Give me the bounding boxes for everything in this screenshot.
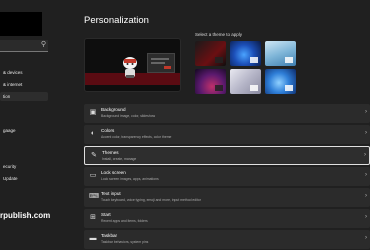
brush-icon: ✎: [91, 152, 97, 159]
row-title: Lock screen: [101, 170, 126, 175]
row-subtitle: Touch keyboard, voice typing, emoji and …: [101, 198, 201, 202]
start-icon: ⊞: [90, 214, 96, 221]
sidebar-item-update[interactable]: Update: [0, 174, 48, 183]
chevron-right-icon: ›: [365, 130, 367, 136]
setting-row-themes[interactable]: ✎ Themes Install, create, manage ›: [84, 146, 370, 165]
sidebar-item-security[interactable]: ecurity: [0, 162, 48, 171]
image-icon: ▣: [89, 109, 97, 116]
theme-thumb-4[interactable]: [195, 69, 226, 94]
sidebar-item-personalization[interactable]: tion: [0, 92, 48, 101]
keyboard-icon: ⌨: [89, 193, 100, 200]
chevron-right-icon: ›: [365, 214, 367, 220]
chevron-right-icon: ›: [365, 172, 367, 178]
row-subtitle: Taskbar behaviors, system pins: [101, 240, 149, 244]
chevron-right-icon: ›: [365, 235, 367, 241]
theme-window-preview: [215, 57, 223, 63]
search-icon: ⚲: [40, 41, 46, 48]
theme-thumb-3[interactable]: [265, 41, 296, 66]
page-title: Personalization: [84, 15, 149, 26]
chevron-right-icon: ›: [364, 152, 366, 158]
palette-icon: ◐: [90, 130, 96, 137]
setting-row-background[interactable]: ▣ Background Background image, color, sl…: [84, 104, 370, 123]
theme-thumb-5[interactable]: [230, 69, 261, 94]
lock-screen-icon: ▭: [89, 172, 97, 179]
sidebar: ⚲ & devices & internet tion gaage ecurit…: [0, 0, 76, 250]
row-title: Start: [101, 212, 111, 217]
theme-thumb-1[interactable]: [195, 41, 226, 66]
row-subtitle: Accent color, transparency effects, colo…: [101, 135, 172, 139]
row-title: Background: [101, 107, 126, 112]
preview-line: [151, 62, 165, 64]
row-subtitle: Lock screen images, apps, animations: [101, 177, 159, 181]
chevron-right-icon: ›: [365, 109, 367, 115]
theme-window-preview: [250, 85, 258, 91]
theme-window-preview: [250, 57, 258, 63]
search-input[interactable]: ⚲: [0, 40, 48, 52]
theme-thumb-6[interactable]: [265, 69, 296, 94]
row-subtitle: Install, create, manage: [102, 157, 137, 161]
setting-row-colors[interactable]: ◐ Colors Accent color, transparency effe…: [84, 125, 370, 144]
sidebar-item-network[interactable]: & internet: [0, 80, 48, 89]
theme-window-preview: [285, 57, 293, 63]
account-profile[interactable]: [0, 12, 42, 36]
row-title: Colors: [101, 128, 115, 133]
watermark-text: rpublish.com: [0, 211, 51, 220]
row-title: Taskbar: [101, 233, 118, 238]
setting-row-start[interactable]: ⊞ Start Recent apps and items, folders ›: [84, 209, 370, 228]
themes-label: Select a theme to apply: [195, 32, 243, 37]
preview-line: [151, 58, 169, 60]
setting-row-taskbar[interactable]: ▬ Taskbar Taskbar behaviors, system pins…: [84, 230, 370, 249]
row-title: Text input: [101, 191, 121, 196]
setting-row-text-input[interactable]: ⌨ Text input Touch keyboard, voice typin…: [84, 188, 370, 207]
row-subtitle: Background image, color, slideshow: [101, 114, 156, 118]
theme-window-preview: [215, 85, 223, 91]
theme-thumb-2[interactable]: [230, 41, 261, 66]
mascot-icon: [123, 57, 137, 78]
preview-window: [147, 53, 175, 73]
chevron-right-icon: ›: [365, 193, 367, 199]
sidebar-item-devices[interactable]: & devices: [0, 68, 48, 77]
preview-accent-button: [164, 66, 171, 69]
row-subtitle: Recent apps and items, folders: [101, 219, 148, 223]
taskbar-icon: ▬: [89, 235, 97, 242]
setting-row-lock-screen[interactable]: ▭ Lock screen Lock screen images, apps, …: [84, 167, 370, 186]
sidebar-item-language[interactable]: gaage: [0, 126, 48, 135]
settings-window: ⚲ & devices & internet tion gaage ecurit…: [0, 0, 370, 250]
row-title: Themes: [102, 150, 119, 155]
theme-preview: [84, 38, 181, 92]
theme-window-preview: [285, 85, 293, 91]
